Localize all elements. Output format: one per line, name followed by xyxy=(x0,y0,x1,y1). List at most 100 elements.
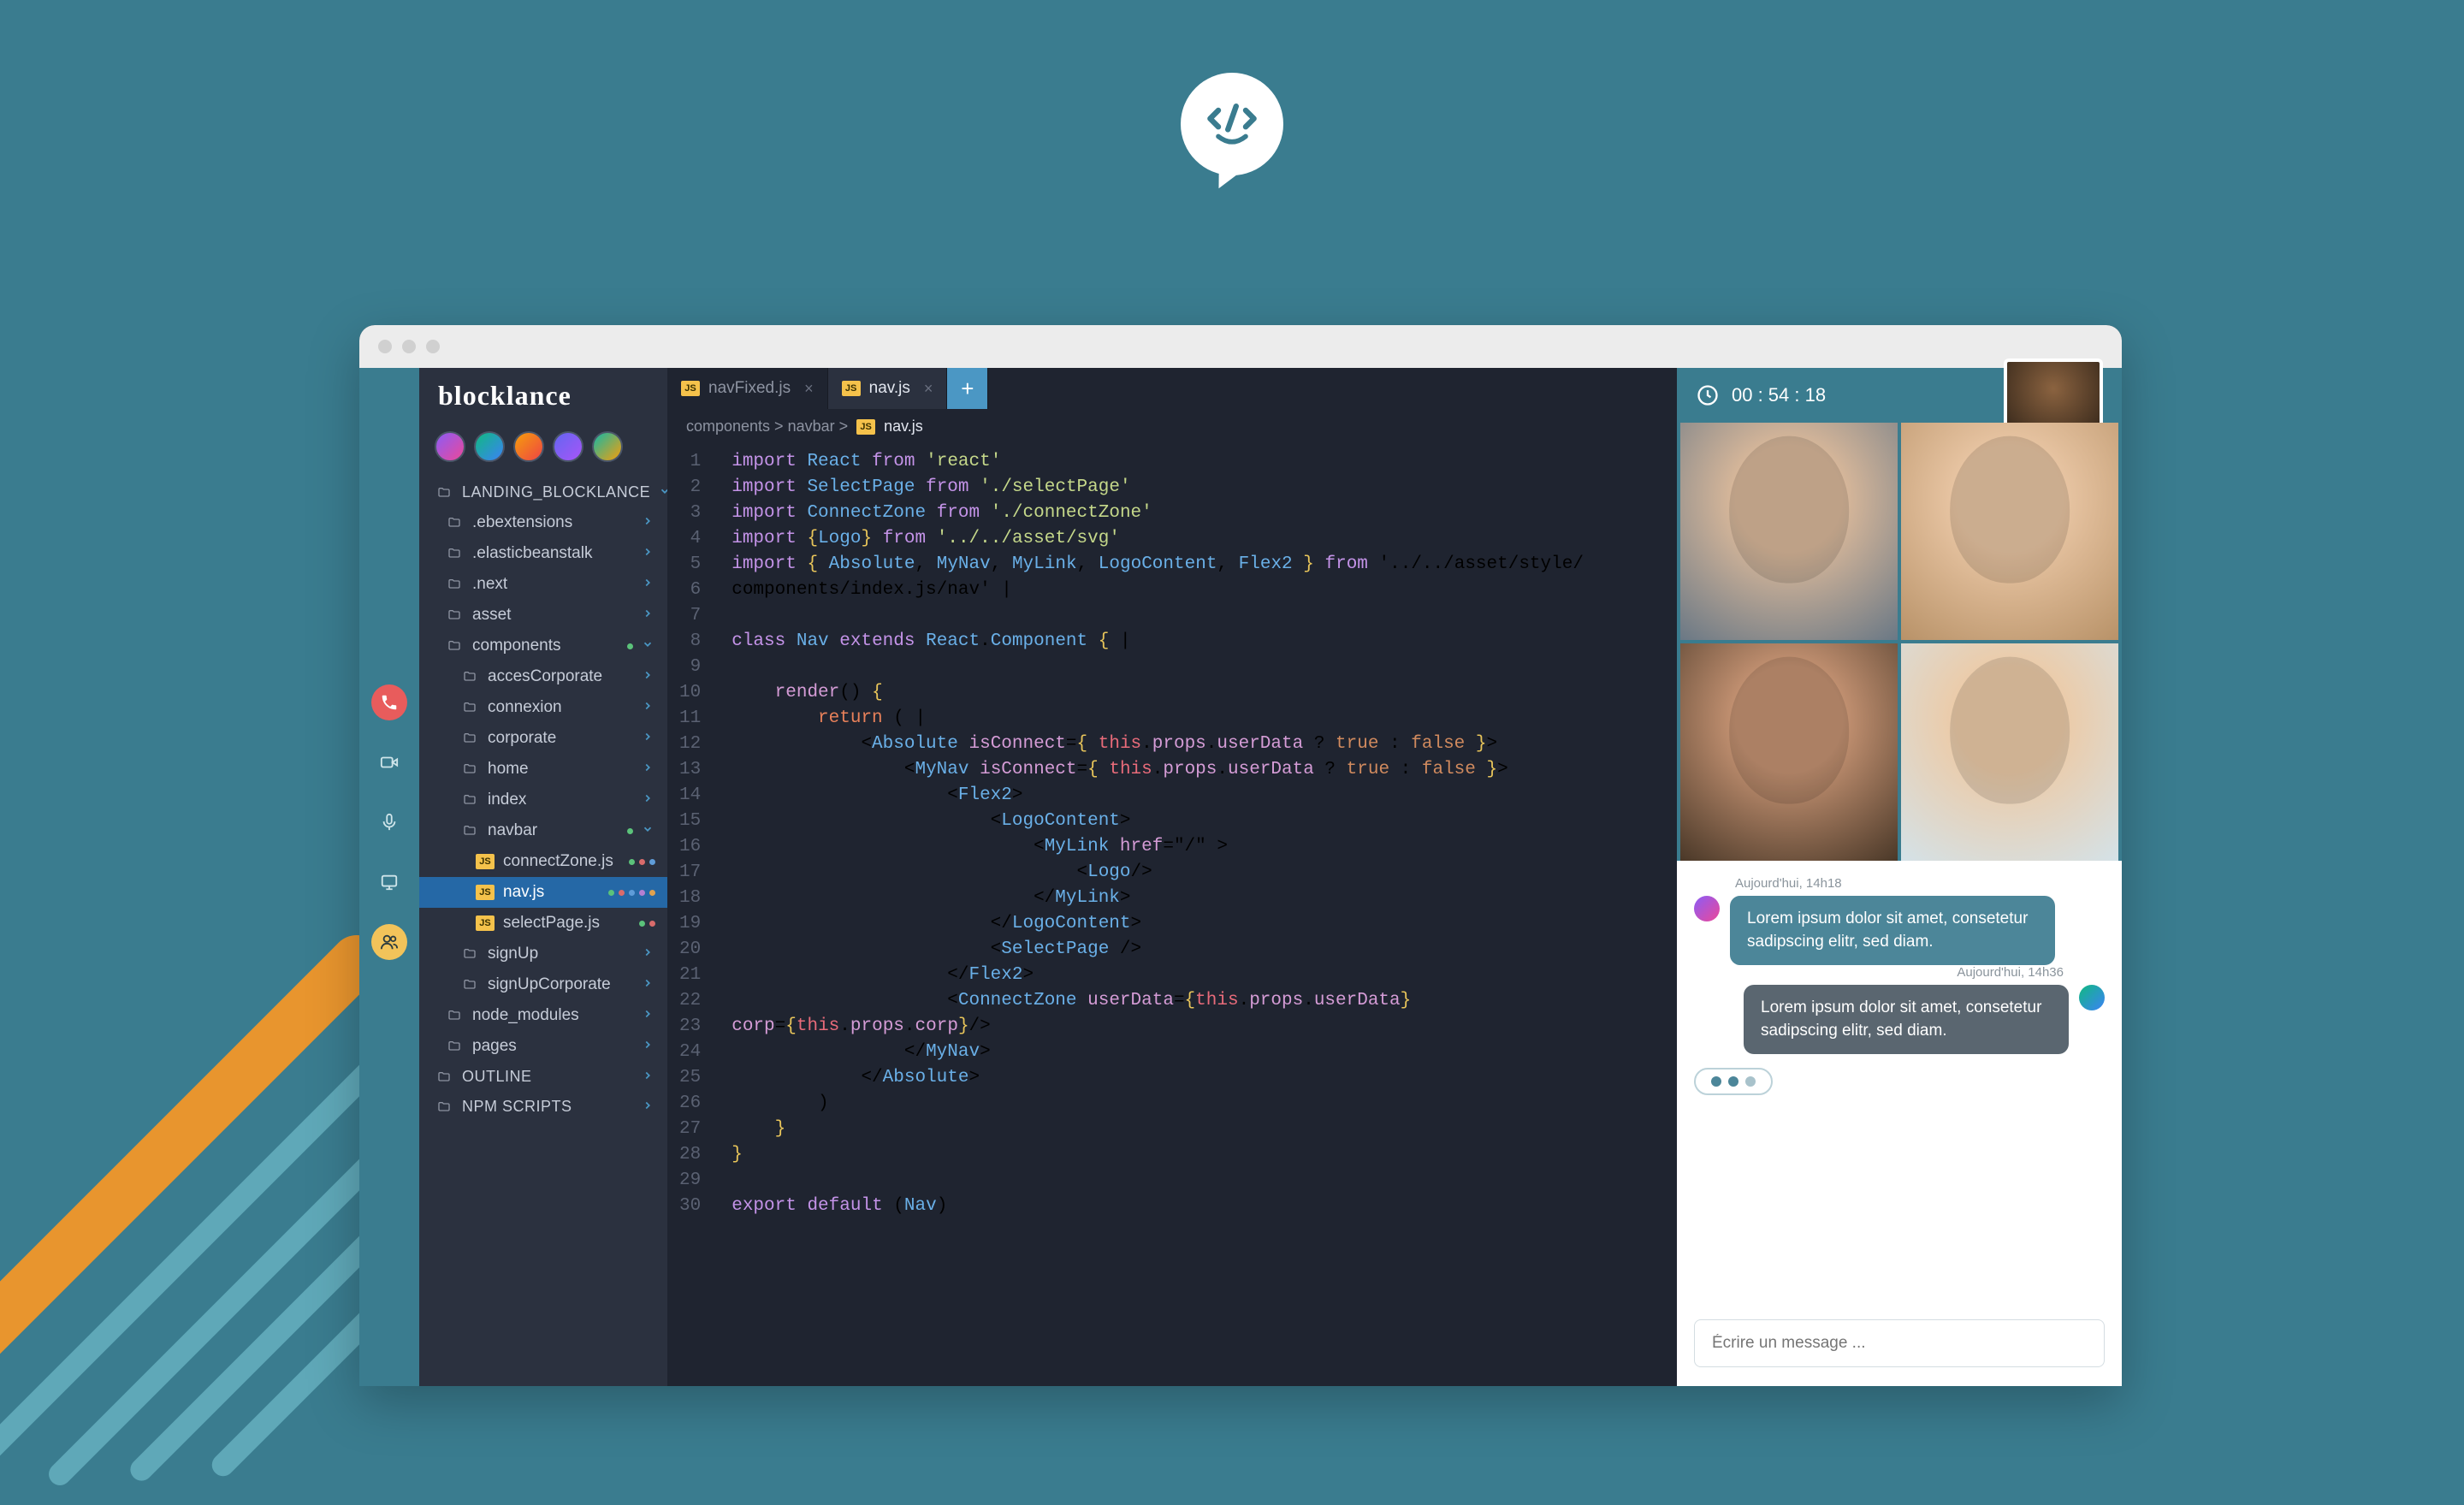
tree-folder[interactable]: .next xyxy=(419,569,667,600)
self-video-pip[interactable] xyxy=(2004,358,2103,432)
traffic-light-max[interactable] xyxy=(426,340,440,353)
avatar[interactable] xyxy=(435,431,465,462)
message-bubble: Lorem ipsum dolor sit amet, consetetur s… xyxy=(1730,896,2055,965)
message-input[interactable] xyxy=(1694,1319,2105,1367)
code-editor[interactable]: 1234567891011121314151617181920212223242… xyxy=(667,444,1677,1386)
participants-button[interactable] xyxy=(371,924,407,960)
folder-icon xyxy=(435,485,453,501)
chevron-right-icon xyxy=(642,544,655,563)
tree-folder[interactable]: accesCorporate xyxy=(419,661,667,692)
chevron-right-icon xyxy=(642,975,655,994)
typing-indicator xyxy=(1694,1068,1773,1095)
npm-label: NPM SCRIPTS xyxy=(462,1098,633,1116)
avatar[interactable] xyxy=(553,431,583,462)
video-button[interactable] xyxy=(371,744,407,780)
tree-item-label: corporate xyxy=(488,729,633,748)
tab-label: nav.js xyxy=(869,379,910,398)
tree-item-label: node_modules xyxy=(472,1006,633,1025)
tree-item-label: .next xyxy=(472,575,633,594)
chevron-right-icon xyxy=(642,698,655,717)
people-icon xyxy=(380,933,399,951)
tree-folder[interactable]: asset xyxy=(419,600,667,631)
screenshare-button[interactable] xyxy=(371,864,407,900)
call-timer: 00 : 54 : 18 xyxy=(1732,384,1826,406)
tree-folder[interactable]: home xyxy=(419,754,667,785)
tree-folder[interactable]: connexion xyxy=(419,692,667,723)
avatar[interactable] xyxy=(474,431,505,462)
editor-tab[interactable]: JSnavFixed.js× xyxy=(667,368,828,409)
breadcrumb-file: nav.js xyxy=(884,418,923,436)
js-badge-icon: JS xyxy=(476,885,495,900)
tree-item-label: asset xyxy=(472,606,633,625)
tree-item-label: index xyxy=(488,791,633,809)
folder-icon xyxy=(460,823,479,838)
tree-root[interactable]: LANDING_BLOCKLANCE xyxy=(419,477,667,507)
tree-folder[interactable]: .ebextensions xyxy=(419,507,667,538)
folder-icon xyxy=(460,792,479,808)
video-tile[interactable] xyxy=(1901,423,2118,640)
traffic-light-min[interactable] xyxy=(402,340,416,353)
npm-section[interactable]: NPM SCRIPTS xyxy=(419,1092,667,1122)
tree-folder[interactable]: signUpCorporate xyxy=(419,969,667,1000)
tree-folder[interactable]: pages xyxy=(419,1031,667,1062)
status-dot xyxy=(627,828,633,834)
mic-button[interactable] xyxy=(371,804,407,840)
editor-pane: JSnavFixed.js×JSnav.js× + components > n… xyxy=(667,368,1677,1386)
message-bubble: Lorem ipsum dolor sit amet, consetetur s… xyxy=(1744,985,2069,1054)
tree-folder[interactable]: signUp xyxy=(419,939,667,969)
folder-icon xyxy=(445,638,464,654)
tab-add[interactable]: + xyxy=(947,368,988,409)
status-dots xyxy=(629,859,655,865)
tree-item-label: connexion xyxy=(488,698,633,717)
chevron-right-icon xyxy=(642,513,655,532)
folder-icon xyxy=(460,669,479,684)
call-button[interactable] xyxy=(371,684,407,720)
avatar[interactable] xyxy=(592,431,623,462)
call-header: 00 : 54 : 18 xyxy=(1677,368,2122,423)
avatar[interactable] xyxy=(513,431,544,462)
video-tile[interactable] xyxy=(1680,423,1898,640)
message-time: Aujourd'hui, 14h18 xyxy=(1694,876,2105,891)
chevron-down-icon xyxy=(659,483,667,501)
video-grid xyxy=(1677,423,2122,861)
browser-window: blocklance LANDING_BLOCKLANCE xyxy=(359,325,2122,1386)
outline-section[interactable]: OUTLINE xyxy=(419,1062,667,1092)
traffic-light-close[interactable] xyxy=(378,340,392,353)
tree-folder[interactable]: navbar xyxy=(419,815,667,846)
chat-thread: Aujourd'hui, 14h18 Lorem ipsum dolor sit… xyxy=(1677,861,2122,1306)
folder-icon xyxy=(460,761,479,777)
chevron-right-icon xyxy=(642,945,655,963)
video-tile[interactable] xyxy=(1680,643,1898,861)
editor-tab[interactable]: JSnav.js× xyxy=(828,368,948,409)
tree-file[interactable]: JSconnectZone.js xyxy=(419,846,667,877)
tree-folder[interactable]: index xyxy=(419,785,667,815)
tree-item-label: nav.js xyxy=(503,883,595,902)
hero-logo xyxy=(1181,73,1283,175)
tree-item-label: accesCorporate xyxy=(488,667,633,686)
tree-folder[interactable]: components xyxy=(419,631,667,661)
tree-file[interactable]: JSselectPage.js xyxy=(419,908,667,939)
tab-close-icon[interactable]: × xyxy=(924,380,933,398)
chevron-right-icon xyxy=(642,1098,655,1116)
folder-icon xyxy=(435,1099,453,1115)
screen-icon xyxy=(380,873,399,892)
status-dots xyxy=(608,890,655,896)
tab-close-icon[interactable]: × xyxy=(804,380,814,398)
chevron-down-icon xyxy=(642,637,655,655)
video-icon xyxy=(380,753,399,772)
folder-icon xyxy=(460,731,479,746)
chevron-right-icon xyxy=(642,729,655,748)
js-badge-icon: JS xyxy=(856,419,875,435)
tree-folder[interactable]: corporate xyxy=(419,723,667,754)
folder-icon xyxy=(445,1008,464,1023)
video-tile[interactable] xyxy=(1901,643,2118,861)
tree-folder[interactable]: node_modules xyxy=(419,1000,667,1031)
avatar[interactable] xyxy=(2079,985,2105,1010)
tree-file[interactable]: JS nav.js xyxy=(419,877,667,908)
avatar[interactable] xyxy=(1694,896,1720,921)
chevron-right-icon xyxy=(642,575,655,594)
code-source[interactable]: import React from 'react'import SelectPa… xyxy=(716,444,1599,1386)
tree-folder[interactable]: .elasticbeanstalk xyxy=(419,538,667,569)
collaborator-avatars xyxy=(419,423,667,477)
tab-label: navFixed.js xyxy=(708,379,791,398)
